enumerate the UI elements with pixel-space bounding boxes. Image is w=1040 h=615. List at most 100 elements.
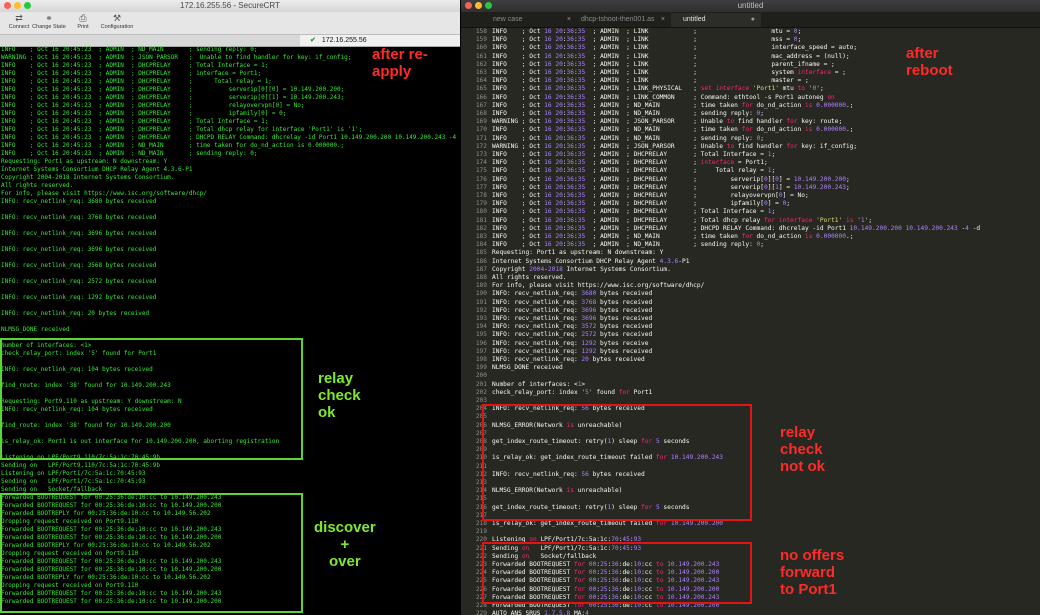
editor-line: INFO ; Oct 16 20:36:35 ; ADMIN ; ND_MAIN… [492,233,854,240]
configuration-icon: ⚒ [112,13,122,23]
change-state-button[interactable]: ⚭ Change State [32,13,66,33]
line-number: 159 [475,36,487,44]
terminal-line: INFO ; Oct 16 20:45:23 ; ADMIN ; ND_MAIN… [1,46,258,53]
terminal-line: Sending on LPF/Port9.110/7c:5a:1c:70:45:… [1,462,160,469]
editor-line: Internet Systems Consortium DHCP Relay A… [492,257,690,265]
editor-line: INFO ; Oct 16 20:36:35 ; ADMIN ; LINK ; … [492,52,850,60]
line-number: 191 [475,298,487,306]
editor-line: INFO ; Oct 16 20:36:35 ; ADMIN ; LINK ; … [492,28,802,35]
terminal-line: INFO ; Oct 16 20:45:23 ; ADMIN ; DHCPREL… [1,70,262,77]
editor-line: INFO: recv_netlink_req: 3696 bytes recei… [492,315,653,322]
line-number: 180 [475,208,487,216]
line-number: 218 [475,520,487,527]
configuration-button[interactable]: ⚒ Configuration [101,13,134,33]
print-button[interactable]: ⎙ Print [70,13,96,33]
line-number: 197 [475,347,487,355]
relay-check-not-ok-box [482,404,752,521]
line-number: 179 [475,200,487,208]
line-number: 171 [475,134,487,142]
line-number: 178 [475,192,487,199]
line-number: 160 [475,44,487,52]
window-title: untitled [737,1,764,10]
line-number: 187 [475,265,487,273]
editor-line: INFO ; Oct 16 20:36:35 ; ADMIN ; LINK ; … [492,36,802,44]
line-number: 195 [475,331,487,339]
annotation-relay-check-not-ok: relay check not ok [780,424,825,475]
terminal-line: INFO ; Oct 16 20:45:23 ; ADMIN ; DHCPREL… [1,94,345,101]
editor-line: INFO ; Oct 16 20:36:35 ; ADMIN ; LINK_CO… [492,93,835,101]
print-icon: ⎙ [79,13,87,23]
editor-line: NLMSG_DONE received [492,364,563,372]
terminal-line: INFO: recv_netlink_req: 2572 bytes recei… [1,278,157,285]
editor-line: Copyright 2004-2018 Internet Systems Con… [492,265,671,273]
connect-icon: ⇄ [15,13,23,23]
line-number: 165 [475,85,487,93]
tab-label: dhcp-tshoot-then001.as [581,16,655,23]
line-number: 199 [475,364,487,372]
editor-line: All rights reserved. [492,274,567,281]
editor-line: INFO ; Oct 16 20:36:35 ; ADMIN ; DHCPREL… [492,151,776,158]
editor-line: INFO: recv_netlink_req: 3680 bytes recei… [492,290,653,298]
editor-line: INFO: recv_netlink_req: 3572 bytes recei… [492,323,653,331]
terminal-line: INFO ; Oct 16 20:45:23 ; ADMIN ; DHCPREL… [1,110,287,117]
terminal-line: INFO: recv_netlink_req: 3680 bytes recei… [1,198,157,205]
editor-line: INFO ; Oct 16 20:36:35 ; ADMIN ; DHCPREL… [492,183,850,191]
annotation-relay-check-ok: relay check ok [318,370,361,421]
unsaved-dot-icon[interactable]: ● [751,13,755,27]
terminal-line: INFO ; Oct 16 20:45:23 ; ADMIN ; DHCPREL… [1,62,269,69]
terminal-line: Requesting: Port1 as upstream: N downstr… [1,158,168,165]
editor-line: INFO: recv_netlink_req: 1292 bytes recei… [492,339,649,347]
tab-untitled[interactable]: untitled ● [671,13,761,27]
link-icon: ⚭ [45,13,53,23]
annotation-discover-over: discover + over [314,519,376,570]
terminal-line: INFO ; Oct 16 20:45:23 ; ADMIN ; DHCPREL… [1,118,269,125]
line-number: 182 [475,224,487,232]
terminal-line: WARNING ; Oct 16 20:45:23 ; ADMIN ; JSON… [1,54,352,61]
editor-tabbar: new case × dhcp-tshoot-then001.as × untitl… [461,12,1040,28]
editor-text-area[interactable]: 158 159 160 161 162 163 164 165 166 167 168 169 170 1… [461,27,1040,615]
terminal-line: Sending on LPF/Port1/7c:5a:1c:70:45:93 [1,478,146,485]
line-number: 169 [475,118,487,126]
editor-line: is_relay_ok: get_index_route_timeout fai… [492,520,723,527]
terminal-line: INFO ; Oct 16 20:45:23 ; ADMIN ; DHCPREL… [1,134,457,141]
terminal-line: INFO ; Oct 16 20:45:23 ; ADMIN ; DHCPREL… [1,78,272,85]
editor-line: INFO: recv_netlink_req: 20 bytes receive… [492,356,645,363]
line-number: 166 [475,93,487,101]
discover-over-box [0,493,303,613]
connected-check-icon: ✔ [310,37,316,44]
terminal-line: INFO ; Oct 16 20:45:23 ; ADMIN ; ND_MAIN… [1,150,258,157]
line-number: 194 [475,323,487,331]
window-title: 172.16.255.56 - SecureCRT [180,1,280,10]
line-number: 229 [475,610,487,615]
line-number: 173 [475,151,487,158]
line-number: 168 [475,110,487,117]
terminal-line: NLMSG_DONE received [1,326,70,333]
tab-label: untitled [683,16,706,23]
tab-dhcp-tshoot[interactable]: dhcp-tshoot-then001.as × [569,13,671,27]
editor-line: INFO ; Oct 16 20:36:35 ; ADMIN ; LINK_PH… [492,85,824,93]
terminal-line: Copyright 2004-2018 Internet Systems Con… [1,174,175,181]
line-number: 192 [475,306,487,314]
editor-line: INFO ; Oct 16 20:36:35 ; ADMIN ; ND_MAIN… [492,126,854,134]
terminal-line: INFO ; Oct 16 20:45:23 ; ADMIN ; DHCPREL… [1,126,363,133]
configuration-label: Configuration [100,24,134,30]
terminal-line: All rights reserved. [1,182,74,189]
tab-new-case[interactable]: new case × [481,13,577,27]
session-tab[interactable]: ✔ 172.16.255.56 [300,35,460,46]
terminal-line: INFO: recv_netlink_req: 3768 bytes recei… [1,214,157,221]
editor-line: INFO ; Oct 16 20:36:35 ; ADMIN ; LINK ; … [492,60,835,68]
line-number: 202 [475,388,487,396]
editor-line: WARNING ; Oct 16 20:36:35 ; ADMIN ; JSON… [492,142,858,150]
terminal-line: INFO: recv_netlink_req: 3568 bytes recei… [1,262,157,269]
line-number: 161 [475,52,487,60]
line-number: 167 [475,101,487,109]
terminal-line: INFO: recv_netlink_req: 20 bytes receive… [1,310,150,317]
line-number: 198 [475,356,487,363]
editor-line: INFO ; Oct 16 20:36:35 ; ADMIN ; DHCPREL… [492,200,791,208]
annotation-no-offers: no offers forward to Port1 [780,547,845,598]
editor-line: INFO ; Oct 16 20:36:35 ; ADMIN ; DHCPREL… [492,224,981,232]
editor-line: INFO ; Oct 16 20:36:35 ; ADMIN ; ND_MAIN… [492,134,764,142]
terminal-line: INFO ; Oct 16 20:45:23 ; ADMIN ; DHCPREL… [1,102,305,109]
close-tab-icon[interactable]: × [661,13,665,27]
line-number: 177 [475,183,487,191]
